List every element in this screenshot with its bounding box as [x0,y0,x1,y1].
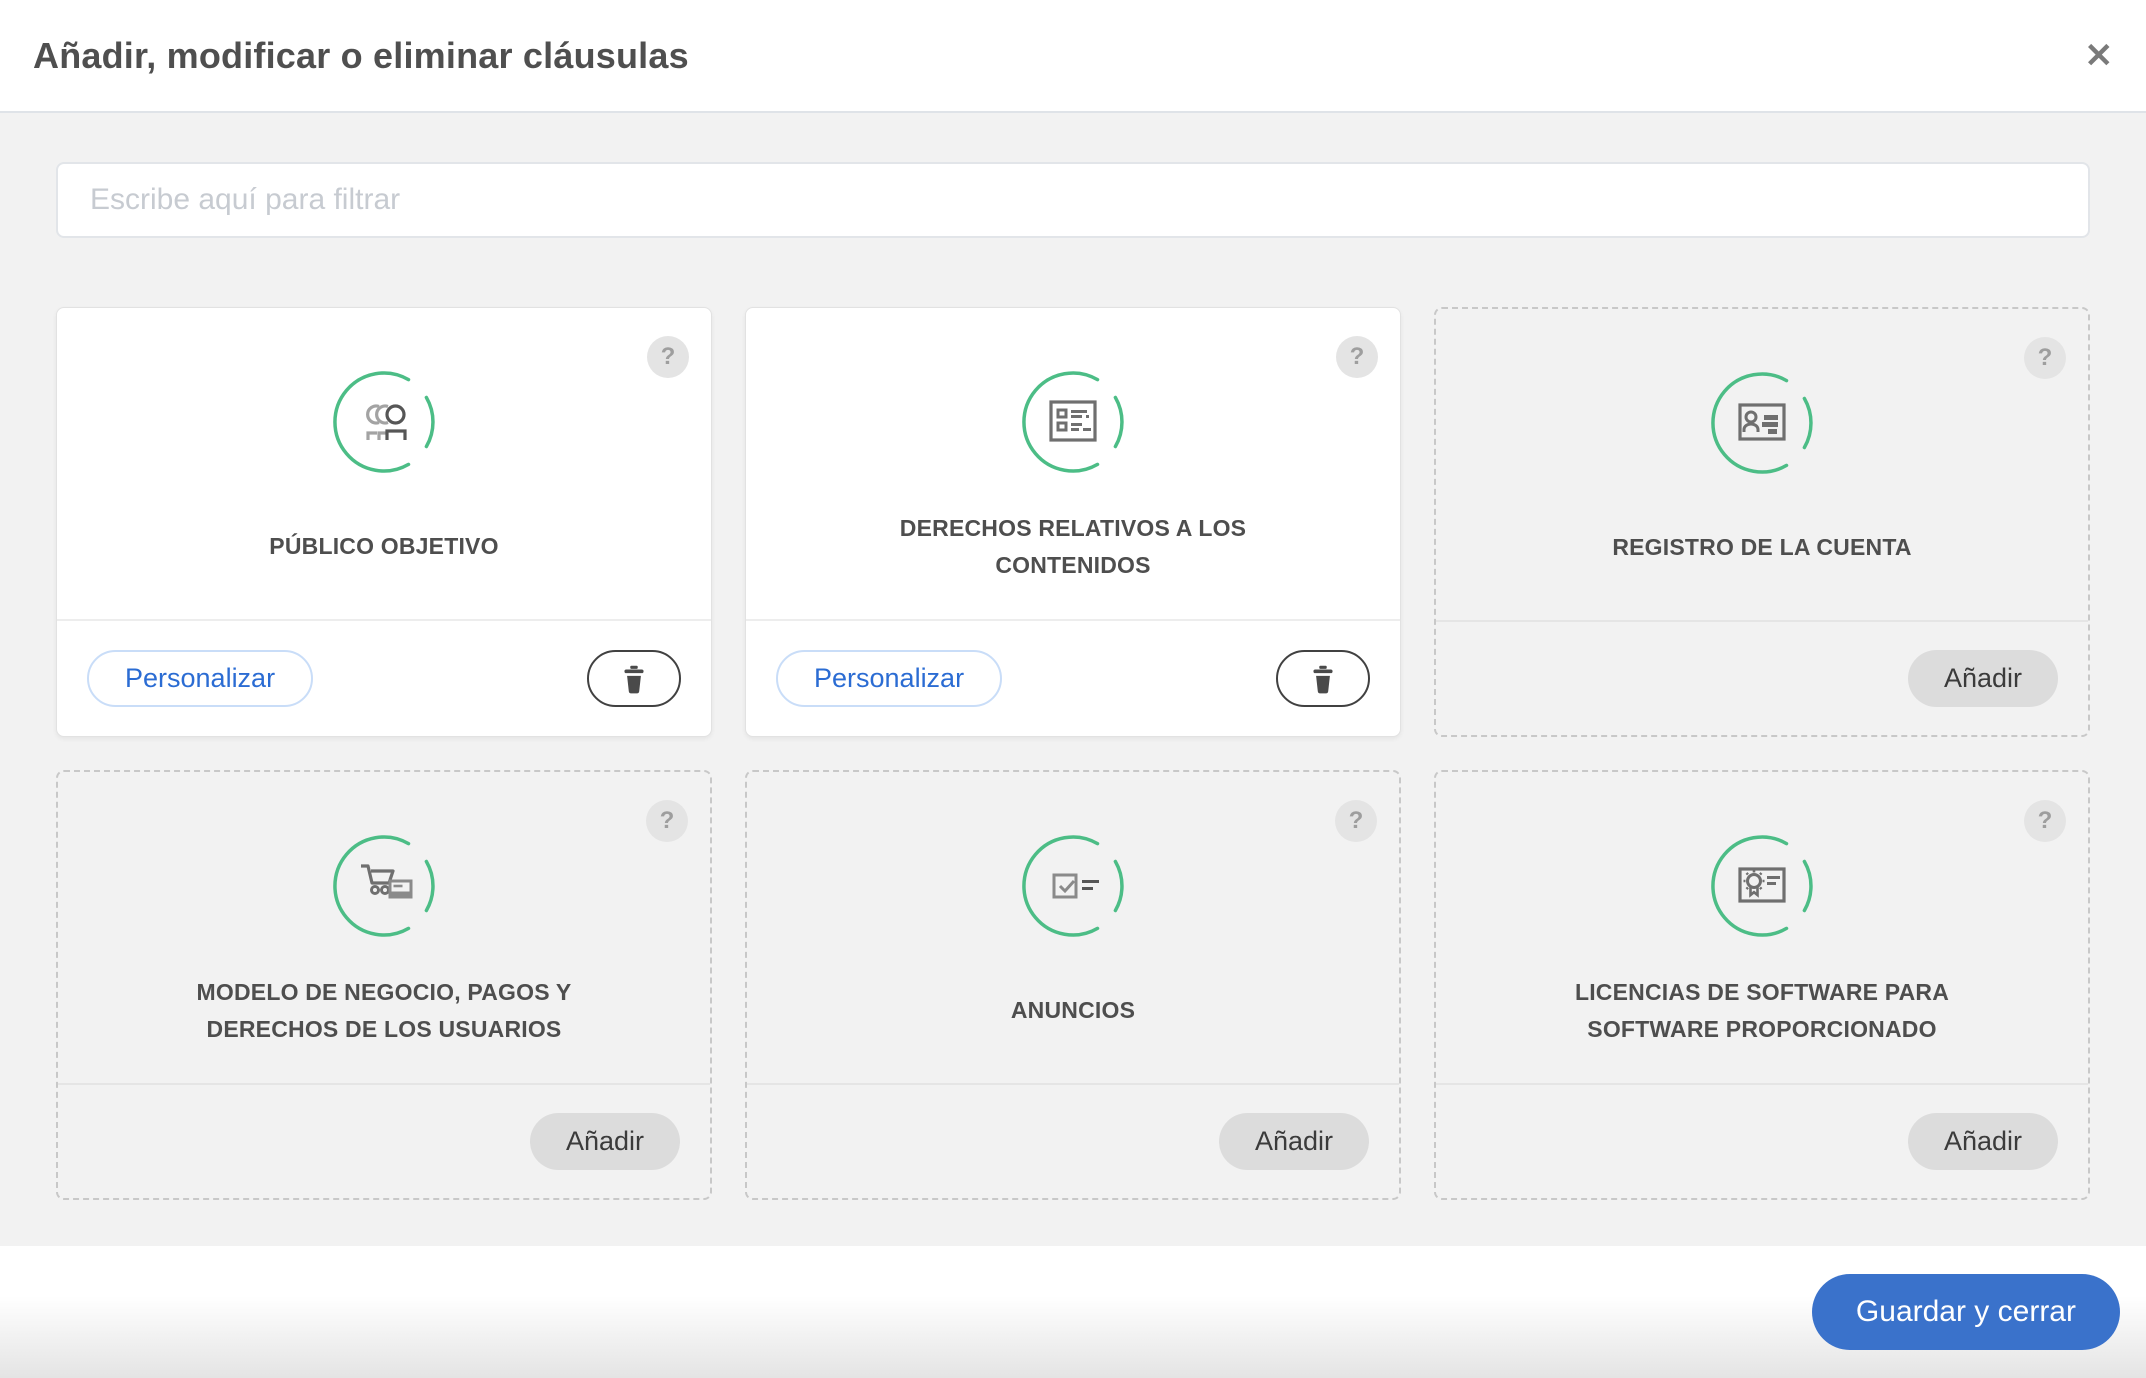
card-content: MODELO DE NEGOCIO, PAGOS Y DERECHOS DE L… [58,772,710,1083]
help-icon[interactable]: ? [2024,800,2066,842]
personalize-button[interactable]: Personalizar [776,650,1002,707]
card-content: ANUNCIOS [747,772,1399,1083]
save-and-close-button[interactable]: Guardar y cerrar [1812,1274,2120,1350]
clause-card-licencias-software: ? LICENCIAS DE SOFTWARE PARA SOFTWARE PR… [1434,770,2090,1200]
clause-card-derechos-contenidos: ? DERECHOS RELATIVOS A LOS CONTENIDOS [745,307,1401,737]
help-icon[interactable]: ? [1335,800,1377,842]
clause-card-modelo-negocio: ? MODELO DE NEGOCIO, PAGOS Y D [56,770,712,1200]
card-content: REGISTRO DE LA CUENTA [1436,309,2088,620]
personalize-button[interactable]: Personalizar [87,650,313,707]
help-icon[interactable]: ? [2024,337,2066,379]
clause-card-anuncios: ? ANUNCIOS Añadir [745,770,1401,1200]
license-certificate-icon [1710,834,1814,938]
card-footer: Añadir [58,1083,710,1198]
help-icon[interactable]: ? [646,800,688,842]
clause-title: ANUNCIOS [1011,992,1135,1029]
trash-button[interactable] [1276,650,1370,707]
trash-button[interactable] [587,650,681,707]
card-footer: Personalizar [746,619,1400,736]
trash-icon [1306,662,1340,696]
people-icon [332,370,436,474]
modal-header: Añadir, modificar o eliminar cláusulas ✕ [0,0,2146,113]
card-footer: Añadir [747,1083,1399,1198]
close-icon[interactable]: ✕ [2085,39,2114,73]
card-footer: Añadir [1436,620,2088,735]
add-button[interactable]: Añadir [1908,650,2058,707]
help-icon[interactable]: ? [647,336,689,378]
filter-input[interactable] [56,162,2090,238]
modal-title: Añadir, modificar o eliminar cláusulas [33,35,689,77]
account-registration-icon [1710,371,1814,475]
clause-title: LICENCIAS DE SOFTWARE PARA SOFTWARE PROP… [1552,974,1972,1048]
checkbox-ads-icon [1021,834,1125,938]
clauses-grid: ? PÚBLICO OBJETIVO [56,307,2090,1200]
trash-icon [617,662,651,696]
add-button[interactable]: Añadir [1219,1113,1369,1170]
clause-title: REGISTRO DE LA CUENTA [1612,529,1911,566]
content-rights-icon [1021,370,1125,474]
clause-title: DERECHOS RELATIVOS A LOS CONTENIDOS [863,510,1283,584]
help-icon[interactable]: ? [1336,336,1378,378]
modal-body: ? PÚBLICO OBJETIVO [0,113,2146,1246]
cart-payment-icon [332,834,436,938]
clause-title: PÚBLICO OBJETIVO [269,528,498,565]
clause-card-publico-objetivo: ? PÚBLICO OBJETIVO [56,307,712,737]
clause-card-registro-cuenta: ? REGISTRO DE LA CUENTA [1434,307,2090,737]
card-content: PÚBLICO OBJETIVO [57,308,711,619]
card-footer: Personalizar [57,619,711,736]
card-footer: Añadir [1436,1083,2088,1198]
add-button[interactable]: Añadir [1908,1113,2058,1170]
add-button[interactable]: Añadir [530,1113,680,1170]
card-content: LICENCIAS DE SOFTWARE PARA SOFTWARE PROP… [1436,772,2088,1083]
modal-footer: Guardar y cerrar [0,1246,2146,1378]
clause-title: MODELO DE NEGOCIO, PAGOS Y DERECHOS DE L… [174,974,594,1048]
card-content: DERECHOS RELATIVOS A LOS CONTENIDOS [746,308,1400,619]
